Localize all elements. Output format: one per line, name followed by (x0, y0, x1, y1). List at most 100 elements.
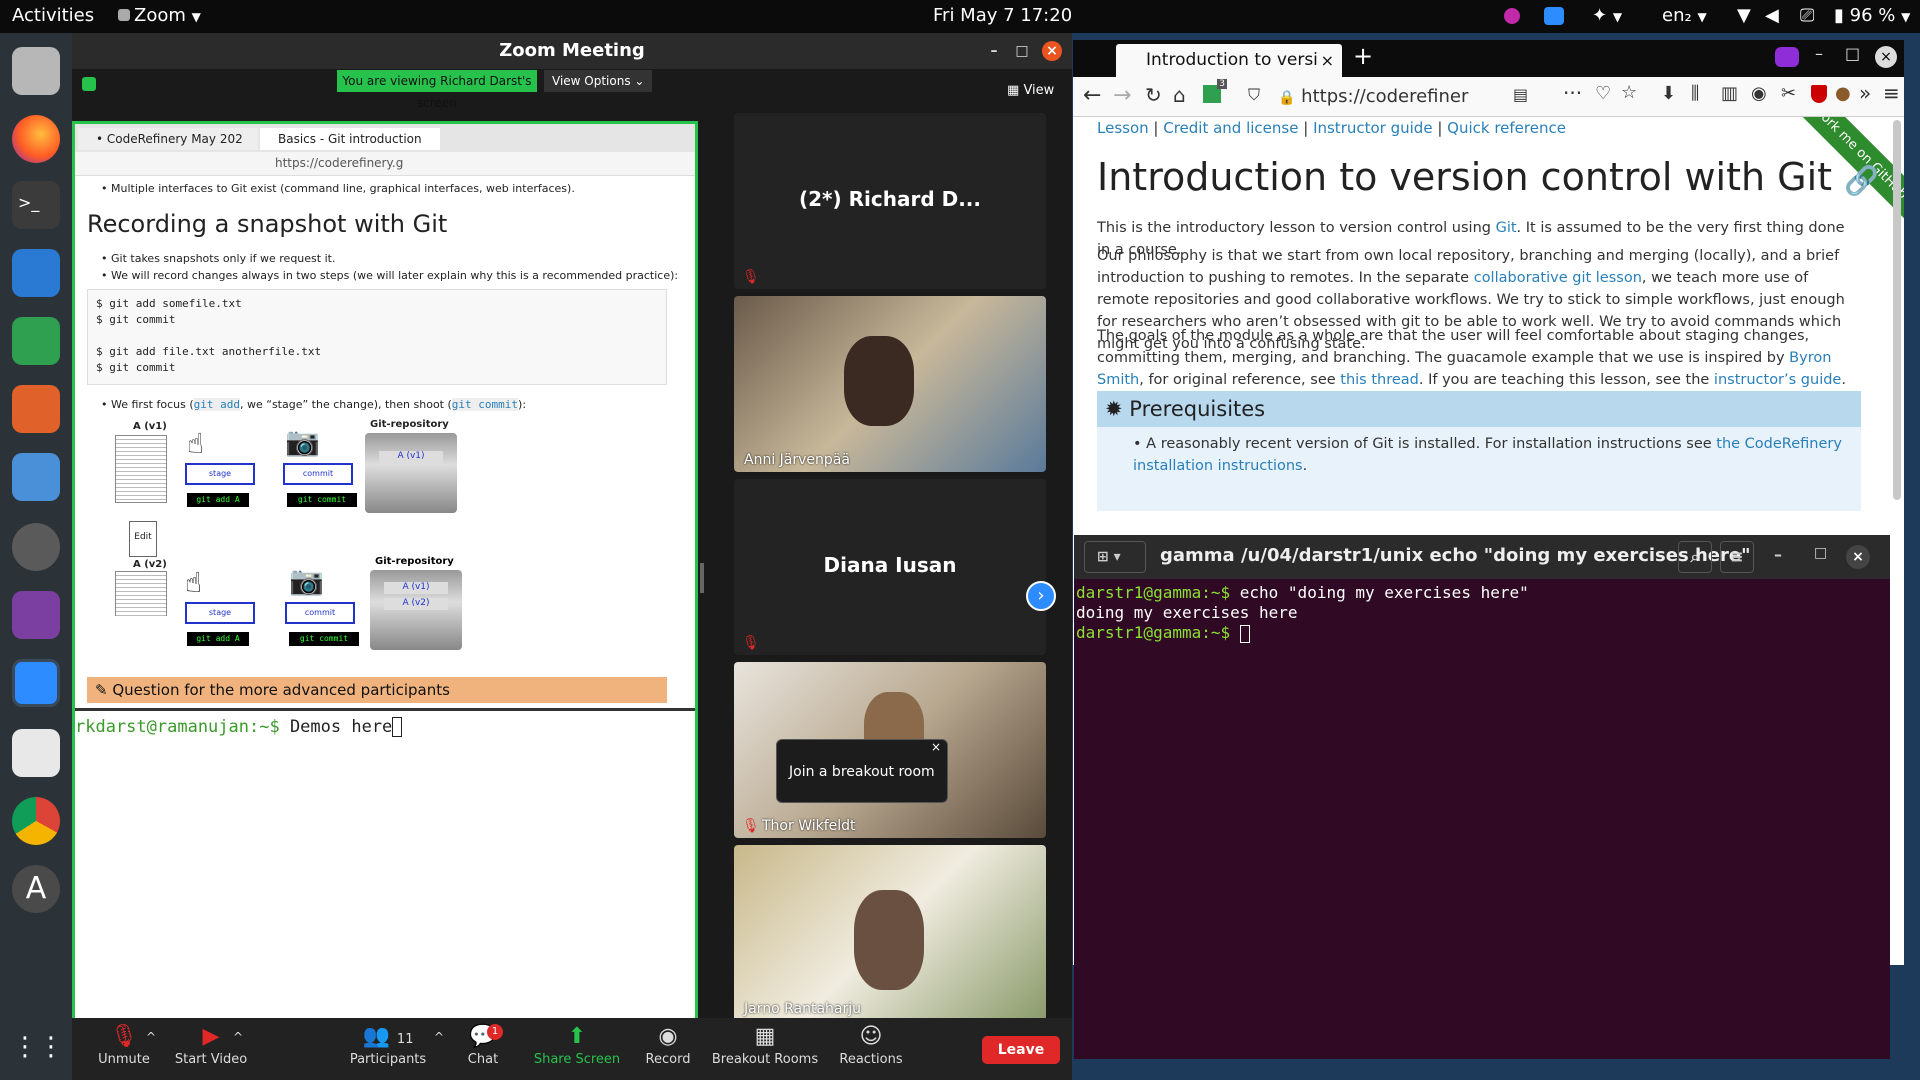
terminal-output[interactable]: darstr1@gamma:~$ echo "doing my exercise… (1076, 583, 1876, 643)
close-icon[interactable]: × (1846, 545, 1870, 569)
downloads-icon[interactable]: ⬇ (1661, 83, 1676, 104)
unmute-button[interactable]: 🎙 Unmute (94, 1024, 154, 1067)
software-updater-icon[interactable]: A (12, 865, 60, 913)
impress-icon[interactable] (12, 385, 60, 433)
document-viewer-icon[interactable] (12, 729, 60, 777)
show-apps-grid-icon[interactable]: ⋮⋮⋮ (12, 1023, 90, 1071)
chat-button[interactable]: 💬 Chat 1 (455, 1024, 511, 1067)
participant-tile[interactable]: Anni Järvenpää (734, 296, 1046, 472)
settings-gear-icon[interactable] (12, 523, 60, 571)
tracking-shield-icon[interactable]: ⛉ (1248, 85, 1260, 105)
new-tab-icon[interactable]: + (1353, 42, 1373, 70)
files-icon[interactable] (12, 47, 60, 95)
minimize-icon[interactable]: – (984, 41, 1004, 61)
minimize-icon[interactable]: – (1774, 545, 1782, 564)
microphone-icon[interactable]: ⎚ (1800, 5, 1814, 26)
record-button[interactable]: ◉ Record (638, 1024, 698, 1067)
activities-button[interactable]: Activities (12, 5, 94, 26)
shared-screen[interactable]: • CodeRefinery May 202 Basics - Git intr… (72, 121, 698, 1055)
page-actions-icon[interactable]: ··· (1563, 81, 1582, 105)
start-video-label: Start Video (174, 1052, 248, 1067)
hamburger-menu-icon[interactable]: ≡ (1883, 81, 1900, 105)
chrome-icon[interactable] (12, 797, 60, 845)
home-icon[interactable]: ⌂ (1173, 83, 1186, 107)
permalink-icon[interactable]: 🔗 (1844, 164, 1879, 197)
participants-label: Participants (349, 1052, 427, 1067)
address-bar[interactable]: 🔒 https://coderefiner (1278, 82, 1508, 112)
pocket-icon[interactable]: ♡ (1595, 83, 1611, 104)
close-icon[interactable]: × (1042, 41, 1062, 61)
breakout-popup[interactable]: Join a breakout room × (776, 739, 948, 803)
view-options-button[interactable]: View Options ⌄ (544, 70, 653, 92)
account-icon[interactable]: ◉ (1751, 83, 1767, 104)
ublock-icon[interactable] (1811, 85, 1827, 103)
page-scrollbar[interactable] (1893, 120, 1901, 500)
zoom-dock-icon[interactable] (12, 659, 60, 707)
cookie-icon[interactable]: ● (1835, 83, 1851, 104)
close-icon[interactable]: × (1875, 46, 1897, 68)
search-icon[interactable]: ⌕ (1678, 541, 1712, 573)
link-quick-reference[interactable]: Quick reference (1447, 119, 1566, 137)
shared-code-block: $ git add somefile.txt $ git commit $ git… (87, 289, 667, 385)
audio-options-chevron-icon[interactable]: ^ (146, 1030, 156, 1044)
new-tab-icon[interactable]: ⊞ ▾ (1084, 541, 1146, 573)
forward-icon[interactable]: → (1113, 83, 1131, 108)
participants-chevron-icon[interactable]: ^ (434, 1030, 444, 1044)
top-links: Lesson | Credit and license | Instructor… (1097, 119, 1566, 137)
clock[interactable]: Fri May 7 17:20 (933, 5, 1072, 26)
tweaks-icon[interactable] (12, 591, 60, 639)
bookmark-star-icon[interactable]: ☆ (1621, 82, 1637, 103)
participant-tile[interactable]: (2*) Richard D... 🎙 (734, 113, 1046, 289)
video-options-chevron-icon[interactable]: ^ (233, 1030, 243, 1044)
link-collaborative-git[interactable]: collaborative git lesson (1474, 270, 1642, 286)
screenshot-icon[interactable]: ✂ (1781, 83, 1796, 104)
leave-button[interactable]: Leave (982, 1036, 1060, 1064)
link-lesson[interactable]: Lesson (1097, 119, 1149, 137)
hamburger-menu-icon[interactable]: ≡ (1720, 541, 1754, 573)
maximize-icon[interactable]: □ (1012, 41, 1032, 61)
zoom-tray-icon[interactable] (1544, 7, 1564, 25)
link-this-thread[interactable]: this thread (1340, 372, 1419, 388)
next-page-icon[interactable]: › (1026, 581, 1056, 611)
link-git[interactable]: Git (1496, 220, 1517, 236)
sidebar-icon[interactable]: ▥ (1721, 83, 1738, 104)
link-credit[interactable]: Credit and license (1163, 119, 1298, 137)
screencast-icon[interactable] (1504, 8, 1520, 24)
volume-icon[interactable]: ◀ (1765, 5, 1779, 26)
terminal-icon[interactable]: >_ (12, 181, 60, 229)
language-menu[interactable]: en₂ ▼ (1662, 5, 1707, 26)
back-icon[interactable]: ← (1083, 83, 1101, 108)
breakout-rooms-button[interactable]: ▦ Breakout Rooms (710, 1024, 820, 1067)
share-screen-button[interactable]: ⬆ Share Screen (532, 1024, 622, 1067)
software-center-icon[interactable] (12, 453, 60, 501)
accessibility-icon[interactable]: ✦ ▼ (1592, 5, 1622, 26)
firefox-icon[interactable] (12, 115, 60, 163)
reader-view-icon[interactable]: ▤ (1513, 85, 1528, 104)
popup-close-icon[interactable]: × (931, 740, 941, 754)
battery-indicator[interactable]: ▮ 96 % ▼ (1834, 5, 1910, 26)
tab-close-icon[interactable]: × (1321, 44, 1334, 77)
reload-icon[interactable]: ↻ (1145, 83, 1162, 107)
private-browsing-icon (1775, 47, 1799, 67)
library-icon[interactable]: ⫼ (1691, 83, 1699, 104)
firefox-tab-active[interactable]: Introduction to versi × (1116, 44, 1342, 77)
calc-icon[interactable] (12, 317, 60, 365)
splitter-handle[interactable] (700, 563, 704, 593)
app-menu[interactable]: Zoom ▼ (118, 5, 201, 26)
maximize-icon[interactable]: □ (1845, 44, 1860, 63)
participant-tile[interactable]: Diana Iusan 🎙 (734, 479, 1046, 655)
writer-icon[interactable] (12, 249, 60, 297)
camera-icon: 📷 (289, 564, 324, 597)
link-instructor-guide[interactable]: Instructor guide (1313, 119, 1433, 137)
participant-tile[interactable]: Jarno Rantaharju (734, 845, 1046, 1021)
view-button[interactable]: ▦ View (1007, 83, 1054, 98)
extension-icon[interactable]: 3 (1203, 79, 1227, 103)
encryption-shield-icon[interactable] (82, 77, 96, 91)
link-instructors-guide[interactable]: instructor’s guide (1714, 372, 1841, 388)
participants-button[interactable]: 👥 11 Participants (348, 1024, 428, 1067)
maximize-icon[interactable]: □ (1814, 545, 1827, 561)
reactions-button[interactable]: ☺ Reactions (836, 1024, 906, 1067)
wifi-icon[interactable]: ▼ (1737, 5, 1751, 26)
minimize-icon[interactable]: – (1815, 44, 1823, 63)
overflow-menu-icon[interactable]: » (1859, 81, 1871, 105)
